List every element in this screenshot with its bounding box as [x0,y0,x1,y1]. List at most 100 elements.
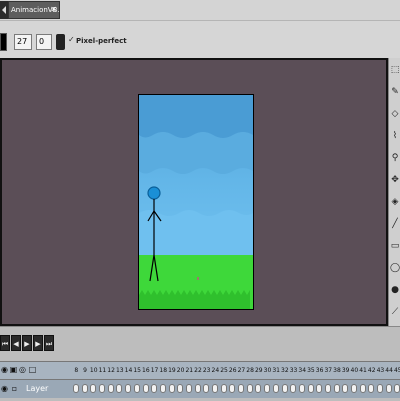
first-frame-button[interactable]: ⏮ [0,335,10,351]
ellipse-tool-icon[interactable]: ◯ [390,260,400,276]
frame-number[interactable]: 22 [194,362,203,380]
frame-number[interactable]: 18 [159,362,168,380]
frame-number[interactable]: 40 [350,362,359,380]
foreground-color-swatch[interactable] [0,33,7,51]
marquee-tool-icon[interactable]: ⬚ [390,62,400,78]
cel-cell[interactable] [98,380,107,398]
frame-number[interactable]: 45 [393,362,400,380]
cel-cell[interactable] [272,380,281,398]
frame-number[interactable]: 29 [254,362,263,380]
frame-number[interactable]: 39 [341,362,350,380]
frame-number[interactable]: 23 [202,362,211,380]
move-tool-icon[interactable]: ✥ [390,172,400,188]
sprite-canvas[interactable] [138,94,254,310]
continuous-icon[interactable]: ◎ [18,364,27,376]
frame-number[interactable]: 27 [237,362,246,380]
cel-cell[interactable] [263,380,272,398]
cel-cell[interactable] [168,380,177,398]
document-tab[interactable]: AnimacionVB.gif ✕ [8,1,60,19]
cel-cell[interactable] [159,380,168,398]
frame-number[interactable]: 34 [298,362,307,380]
frame-number[interactable]: 38 [333,362,342,380]
frame-number[interactable]: 10 [89,362,98,380]
cel-cell[interactable] [341,380,350,398]
frame-number[interactable]: 21 [185,362,194,380]
frame-number[interactable]: 13 [115,362,124,380]
play-button[interactable]: ▶ [22,335,32,351]
close-icon[interactable]: ✕ [50,2,57,18]
frame-number[interactable]: 17 [150,362,159,380]
cel-cell[interactable] [254,380,263,398]
pixel-perfect-checkbox[interactable]: ✓ [68,35,75,44]
frame-number[interactable]: 36 [315,362,324,380]
tab-scroll-left-button[interactable] [0,1,8,19]
cel-cell[interactable] [220,380,229,398]
eye-icon[interactable]: ◉ [0,364,9,376]
zoom-tool-icon[interactable]: ⚲ [390,150,400,166]
frame-number[interactable]: 35 [307,362,316,380]
frame-number[interactable]: 8 [72,362,81,380]
cel-cell[interactable] [107,380,116,398]
cel-cell[interactable] [124,380,133,398]
rectangle-tool-icon[interactable]: ▭ [390,238,400,254]
frame-number[interactable]: 20 [176,362,185,380]
cel-cell[interactable] [350,380,359,398]
layer-name[interactable]: Layer [26,380,48,398]
pencil-tool-icon[interactable]: ✎ [390,84,400,100]
next-frame-button[interactable]: ▶ [33,335,43,351]
layer-visible-icon[interactable]: ◉ [0,383,9,395]
frame-number[interactable]: 44 [385,362,394,380]
cel-cell[interactable] [246,380,255,398]
cel-cell[interactable] [315,380,324,398]
lock-icon[interactable]: ▣ [9,364,18,376]
cel-cell[interactable] [81,380,90,398]
frame-number[interactable]: 25 [220,362,229,380]
frame-number[interactable]: 33 [289,362,298,380]
frame-number[interactable]: 16 [142,362,151,380]
cel-cell[interactable] [211,380,220,398]
brush-angle-field[interactable]: 0 [36,34,52,50]
cel-cell[interactable] [324,380,333,398]
frame-number[interactable]: 28 [246,362,255,380]
layer-lock-icon[interactable]: ▫ [10,383,19,395]
cel-cell[interactable] [237,380,246,398]
cel-cell[interactable] [72,380,81,398]
layer-row[interactable]: ◉ ▫ Layer [0,379,400,398]
blur-tool-icon[interactable]: ● [390,282,400,298]
cel-cell[interactable] [185,380,194,398]
brush-size-field[interactable]: 27 [14,34,32,50]
frame-number[interactable]: 24 [211,362,220,380]
cel-cell[interactable] [89,380,98,398]
frame-number[interactable]: 9 [81,362,90,380]
cel-cell[interactable] [176,380,185,398]
bucket-tool-icon[interactable]: ◈ [390,194,400,210]
ink-type-icon[interactable] [56,34,65,50]
cel-cell[interactable] [359,380,368,398]
frame-number[interactable]: 41 [359,362,368,380]
cel-cell[interactable] [194,380,203,398]
eyedropper-tool-icon[interactable]: ⌇ [390,128,400,144]
cel-cell[interactable] [289,380,298,398]
eraser-tool-icon[interactable]: ◇ [390,106,400,122]
cel-cell[interactable] [385,380,394,398]
cel-cell[interactable] [202,380,211,398]
cel-cell[interactable] [307,380,316,398]
cel-cell[interactable] [142,380,151,398]
cel-cell[interactable] [115,380,124,398]
frame-number[interactable]: 31 [272,362,281,380]
frame-number[interactable]: 37 [324,362,333,380]
frame-number[interactable]: 15 [133,362,142,380]
frame-number[interactable]: 19 [168,362,177,380]
frame-number[interactable]: 14 [124,362,133,380]
frame-number[interactable]: 32 [281,362,290,380]
frame-number[interactable]: 43 [376,362,385,380]
cel-cell[interactable] [281,380,290,398]
cel-cell[interactable] [298,380,307,398]
cel-cell[interactable] [228,380,237,398]
cel-cell[interactable] [367,380,376,398]
canvas-viewport[interactable] [0,58,390,387]
frame-number[interactable]: 30 [263,362,272,380]
onion-skin-icon[interactable]: □ [28,364,37,376]
frame-number[interactable]: 26 [228,362,237,380]
line-tool-icon[interactable]: ╱ [390,216,400,232]
